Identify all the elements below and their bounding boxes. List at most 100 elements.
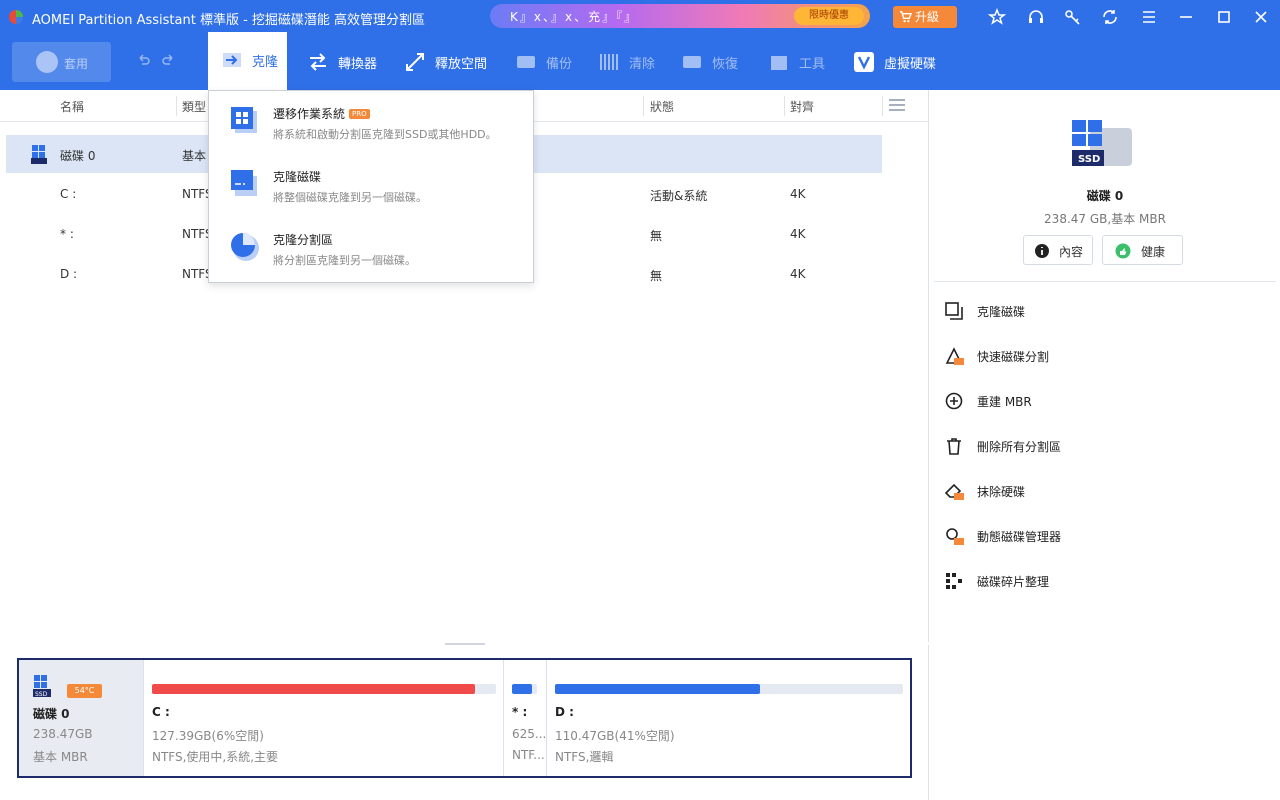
row-name: D : — [60, 267, 78, 281]
svg-text:SSD: SSD — [35, 691, 48, 698]
op-label: 動態磁碟管理器 — [977, 530, 1062, 544]
disk-type: 基本 MBR — [33, 750, 88, 764]
tool-clone-label: 克隆 — [252, 55, 279, 70]
tool-wipe[interactable]: 清除 — [597, 34, 657, 90]
apply-button[interactable]: 套用 — [12, 42, 111, 82]
health-label: 健康 — [1141, 245, 1166, 259]
partition-fs: NTF... — [512, 748, 545, 762]
tool-virtual-disk[interactable]: 虛擬硬碟 — [852, 34, 942, 90]
usage-bar — [152, 684, 496, 694]
key-icon[interactable] — [1064, 8, 1082, 26]
pro-badge: PRO — [349, 109, 370, 119]
row-type: 基本 — [182, 149, 207, 163]
disk-map-area: SSD 54°C 磁碟 0 238.47GB 基本 MBR C : 127.39… — [0, 645, 929, 800]
menu-item-clone-disk[interactable]: 克隆磁碟 將整個磁碟克隆到另一個磁碟。 — [209, 154, 533, 216]
clone-dropdown-menu: 遷移作業系統 PRO 將系統和啟動分割區克隆到SSD或其他HDD。 克隆磁碟 將整… — [208, 90, 534, 283]
disk-info: 238.47 GB,基本 MBR — [1044, 212, 1166, 226]
usage-fill — [152, 684, 476, 694]
op-dynamic-disk-manager[interactable]: 動態磁碟管理器 — [944, 521, 1264, 551]
headset-icon[interactable] — [1027, 8, 1045, 26]
tool-tools-label: 工具 — [799, 57, 826, 72]
row-alignment: 4K — [790, 187, 806, 201]
usage-fill — [555, 684, 761, 694]
disk-title: 磁碟 0 — [1086, 189, 1124, 203]
op-wipe-disk[interactable]: 抹除硬碟 — [944, 476, 1264, 506]
menu-item-clone-partition[interactable]: 克隆分割區 將分割區克隆到另一個磁碟。 — [209, 217, 533, 279]
app-logo-icon — [9, 10, 23, 24]
op-rebuild-mbr[interactable]: 重建 MBR — [944, 386, 1264, 416]
free-space-icon — [406, 53, 424, 71]
op-delete-all-partitions[interactable]: 刪除所有分割區 — [944, 431, 1264, 461]
menu-icon[interactable] — [1140, 8, 1158, 26]
column-status[interactable]: 狀態 — [650, 98, 674, 115]
tool-tools[interactable]: 工具 — [767, 34, 827, 90]
eraser-icon — [944, 483, 964, 500]
column-menu-icon[interactable] — [888, 98, 906, 112]
properties-button[interactable]: 內容 — [1023, 235, 1093, 265]
svg-text:SSD: SSD — [1078, 154, 1100, 165]
disk-summary[interactable]: SSD 54°C 磁碟 0 238.47GB 基本 MBR — [19, 660, 143, 776]
partition-size: 110.47GB(41%空閒) — [555, 729, 675, 743]
maximize-icon[interactable] — [1215, 8, 1233, 26]
op-clone-disk[interactable]: 克隆磁碟 — [944, 296, 1264, 326]
op-label: 磁碟碎片整理 — [977, 575, 1050, 589]
title-bar: AOMEI Partition Assistant 標準版 - 挖掘磁碟潛能 高… — [0, 0, 1280, 34]
minimize-icon[interactable] — [1177, 8, 1195, 26]
menu-item-title: 克隆磁碟 — [273, 170, 322, 184]
column-name[interactable]: 名稱 — [60, 98, 84, 115]
usage-fill — [512, 684, 532, 694]
ssd-disk-icon — [31, 145, 47, 164]
op-quick-partition[interactable]: 快速磁碟分割 — [944, 341, 1264, 371]
menu-item-migrate-os[interactable]: 遷移作業系統 PRO 將系統和啟動分割區克隆到SSD或其他HDD。 — [209, 91, 533, 153]
ssd-disk-icon: SSD — [33, 675, 51, 698]
window-title: AOMEI Partition Assistant 標準版 - 挖掘磁碟潛能 高… — [32, 13, 426, 28]
partition-name: * : — [512, 705, 528, 719]
row-status: 無 — [650, 229, 663, 243]
recover-icon — [683, 56, 701, 68]
row-name: C : — [60, 187, 77, 201]
disk-size: 238.47GB — [33, 727, 93, 741]
row-alignment: 4K — [790, 227, 806, 241]
health-button[interactable]: 健康 — [1102, 235, 1183, 265]
op-defrag[interactable]: 磁碟碎片整理 — [944, 566, 1264, 596]
promo-banner[interactable]: K』x、』x、充』『』 限時優惠 — [490, 4, 870, 28]
menu-item-desc: 將系統和啟動分割區克隆到SSD或其他HDD。 — [273, 128, 497, 141]
tool-converter[interactable]: 轉換器 — [306, 34, 386, 90]
rebuild-mbr-icon — [945, 392, 963, 410]
partition-block-d[interactable]: D : 110.47GB(41%空閒) NTFS,邏輯 — [546, 660, 910, 776]
partition-block-c[interactable]: C : 127.39GB(6%空閒) NTFS,使用中,系統,主要 — [143, 660, 503, 776]
tool-free-space[interactable]: 釋放空間 — [403, 34, 493, 90]
partition-size: 127.39GB(6%空閒) — [152, 729, 264, 743]
usage-bar — [512, 684, 537, 694]
defrag-icon — [946, 573, 962, 589]
column-alignment[interactable]: 對齊 — [790, 98, 814, 115]
upgrade-button[interactable]: 升級 — [893, 6, 957, 28]
tool-backup[interactable]: 備份 — [514, 34, 574, 90]
tool-recover[interactable]: 恢復 — [680, 34, 740, 90]
column-type[interactable]: 類型 — [182, 98, 206, 115]
clone-icon — [223, 53, 241, 67]
row-name: 磁碟 0 — [60, 149, 96, 163]
main-toolbar: 套用 克隆 轉換器 釋放空間 備份 清除 恢復 工具 虛擬硬碟 — [0, 32, 1280, 90]
op-label: 抹除硬碟 — [977, 485, 1026, 499]
migrate-os-icon — [231, 107, 257, 133]
ssd-disk-icon: SSD — [1072, 120, 1132, 166]
usage-bar — [555, 684, 903, 694]
refresh-icon[interactable] — [1101, 8, 1119, 26]
tool-clone[interactable]: 克隆 — [208, 32, 287, 90]
partition-block-star[interactable]: * : 625... NTF... — [503, 660, 546, 776]
wipe-icon — [600, 54, 618, 70]
disk-name: 磁碟 0 — [33, 707, 70, 721]
cart-icon — [899, 11, 912, 23]
row-name: * : — [60, 227, 74, 241]
menu-item-desc: 將分割區克隆到另一個磁碟。 — [273, 254, 416, 267]
undo-icon[interactable] — [135, 53, 151, 69]
promo-button[interactable]: 限時優惠 — [794, 7, 864, 25]
tool-converter-label: 轉換器 — [338, 57, 378, 72]
disk-map[interactable]: SSD 54°C 磁碟 0 238.47GB 基本 MBR C : 127.39… — [17, 658, 912, 778]
tool-backup-label: 備份 — [546, 57, 573, 72]
star-icon[interactable] — [988, 8, 1006, 26]
redo-icon[interactable] — [161, 53, 177, 69]
trash-icon — [947, 438, 961, 455]
close-icon[interactable] — [1252, 8, 1270, 26]
